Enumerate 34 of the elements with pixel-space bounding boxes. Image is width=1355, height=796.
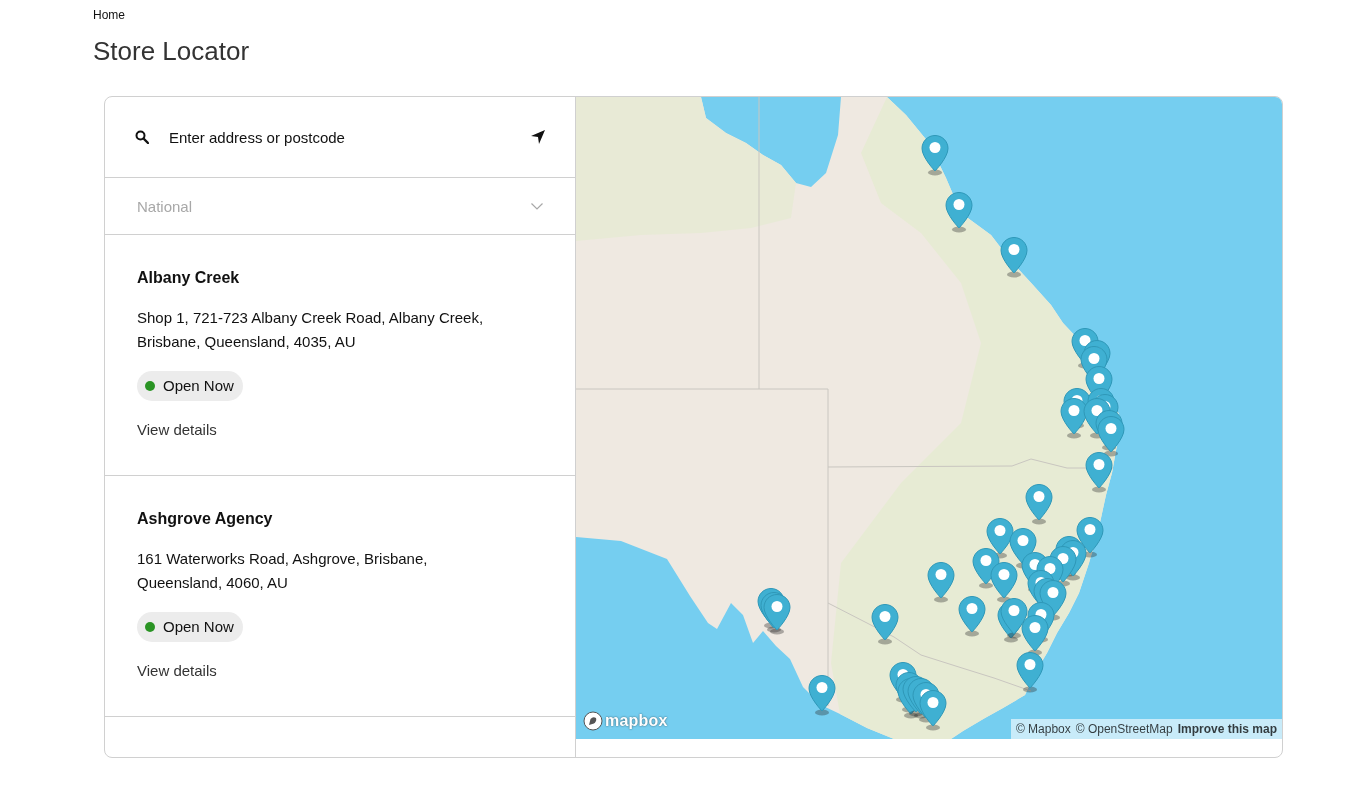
map-pin-icon[interactable] (927, 562, 955, 603)
map-pin-icon[interactable] (1025, 484, 1053, 525)
pin-cluster-icon[interactable] (1060, 328, 1125, 457)
breadcrumb-link[interactable]: Home (93, 8, 125, 23)
map-pin-icon[interactable] (990, 562, 1018, 603)
pin-cluster-icon[interactable] (1021, 602, 1055, 656)
locate-button[interactable] (530, 129, 546, 145)
view-details-link[interactable]: View details (137, 659, 217, 683)
search-icon (135, 130, 149, 144)
chevron-down-icon (531, 202, 543, 210)
attribution-link[interactable]: Improve this map (1177, 721, 1277, 737)
mapbox-logo-icon (583, 711, 603, 731)
map-pin-icon[interactable] (808, 675, 836, 716)
store-address: 161 Waterworks Road, Ashgrove, Brisbane, Queensland, 4060, AU (137, 549, 428, 593)
attribution-link[interactable]: © Mapbox (1015, 721, 1071, 737)
map-pin-icon[interactable] (958, 596, 986, 637)
map-pin-icon[interactable] (921, 135, 949, 176)
location-arrow-icon (531, 130, 545, 144)
search-field[interactable]: Enter address or postcode (169, 117, 510, 157)
page-title: Store Locator (93, 35, 250, 67)
map-pin-icon[interactable] (871, 604, 899, 645)
status-label: Open Now (163, 376, 234, 396)
map-pin-icon[interactable] (1000, 237, 1028, 278)
pin-cluster-icon[interactable] (889, 662, 947, 731)
attribution-link[interactable]: © OpenStreetMap (1075, 721, 1173, 737)
pin-cluster-icon[interactable] (757, 588, 791, 635)
store-address: Shop 1, 721-723 Albany Creek Road, Albany Creek, Brisbane, Queensland, 4035, AU (137, 308, 484, 352)
store-name: Albany Creek (137, 268, 240, 288)
view-details-link[interactable]: View details (137, 418, 217, 442)
map-pin-icon[interactable] (1016, 652, 1044, 693)
status-label: Open Now (163, 617, 234, 637)
map-pin-icon[interactable] (945, 192, 973, 233)
map-pin-icon[interactable] (1085, 452, 1113, 493)
store-name: Ashgrove Agency (137, 509, 273, 529)
